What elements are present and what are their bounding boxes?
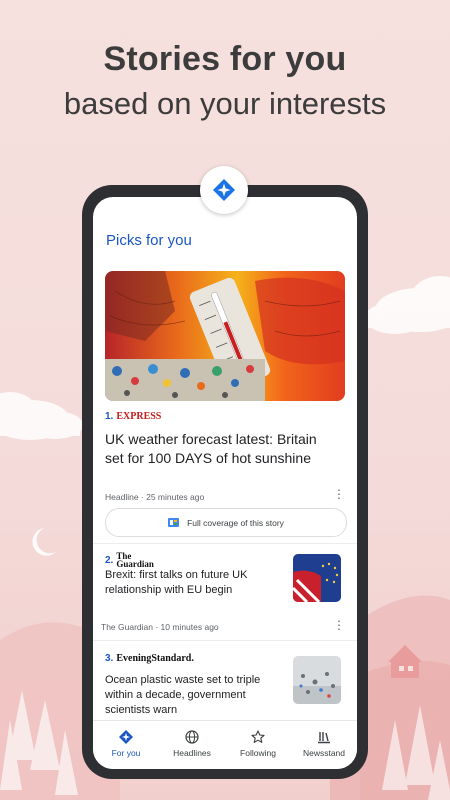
guardian-logo: The Guardian xyxy=(116,552,154,569)
plastic-waste-image xyxy=(293,656,341,704)
nav-headlines[interactable]: Headlines xyxy=(159,721,225,769)
phone-screen: Picks for you 1. EXPRESS UK weather fore… xyxy=(93,197,357,769)
story-3-number: 3. xyxy=(105,653,114,664)
story-2-source[interactable]: 2. The Guardian xyxy=(105,552,154,569)
story-1-source[interactable]: 1. EXPRESS xyxy=(105,411,161,422)
nav-for-you[interactable]: For you xyxy=(93,721,159,769)
for-you-badge xyxy=(200,166,248,214)
divider xyxy=(93,543,357,544)
story-1-hero-image[interactable] xyxy=(105,271,345,401)
section-title: Picks for you xyxy=(106,232,192,249)
nav-newsstand[interactable]: Newsstand xyxy=(291,721,357,769)
promo-headline: Stories for you xyxy=(103,40,347,78)
story-1-more-icon[interactable]: ⋮ xyxy=(333,488,345,500)
story-2-more-icon[interactable]: ⋮ xyxy=(333,619,345,631)
weather-map-image xyxy=(105,271,345,401)
globe-icon xyxy=(185,730,199,744)
story-1-number: 1. xyxy=(105,411,114,422)
express-logo: EXPRESS xyxy=(116,411,162,422)
full-coverage-icon xyxy=(168,518,180,527)
for-you-diamond-icon xyxy=(119,730,133,744)
story-2-meta: The Guardian · 10 minutes ago xyxy=(101,622,219,632)
nav-label-headlines: Headlines xyxy=(173,748,211,758)
story-3-source[interactable]: 3. EveningStandard. xyxy=(105,653,194,664)
nav-label-for-you: For you xyxy=(111,748,141,758)
story-3-title[interactable]: Ocean plastic waste set to triple within… xyxy=(105,673,283,718)
nav-label-following: Following xyxy=(240,748,276,758)
star-icon xyxy=(251,730,265,743)
full-coverage-button[interactable]: Full coverage of this story xyxy=(105,508,347,537)
bottom-navigation: For you Headlines Following Newsstand xyxy=(93,720,357,769)
nav-following[interactable]: Following xyxy=(225,721,291,769)
story-1-meta: Headline · 25 minutes ago xyxy=(105,492,205,502)
story-2-title[interactable]: Brexit: first talks on future UK relatio… xyxy=(105,568,283,598)
story-3-thumbnail[interactable] xyxy=(293,656,341,704)
story-2-number: 2. xyxy=(105,554,114,566)
evening-standard-logo: EveningStandard. xyxy=(116,653,194,664)
nav-label-newsstand: Newsstand xyxy=(302,748,346,758)
brexit-flags-image xyxy=(293,554,341,602)
story-1-title[interactable]: UK weather forecast latest: Britain set … xyxy=(105,430,335,468)
full-coverage-label: Full coverage of this story xyxy=(187,517,284,528)
story-2-thumbnail[interactable] xyxy=(293,554,341,602)
newsstand-bars-icon xyxy=(318,732,330,744)
promo-subheadline: based on your interests xyxy=(63,86,387,121)
divider xyxy=(93,640,357,641)
for-you-diamond-icon xyxy=(213,179,235,201)
